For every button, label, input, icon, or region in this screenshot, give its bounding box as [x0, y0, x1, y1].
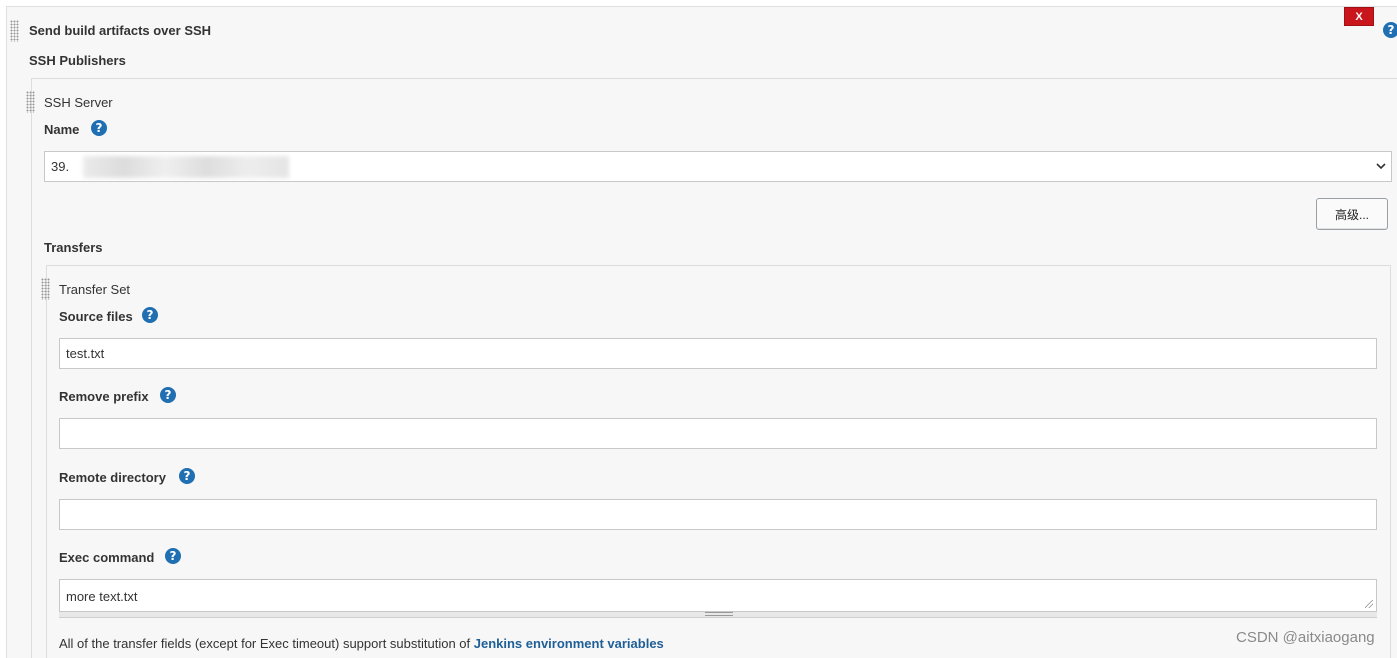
transfer-set-label: Transfer Set: [59, 282, 131, 297]
name-label: Name: [44, 122, 80, 137]
source-files-label: Source files: [59, 309, 133, 324]
resize-grip-icon[interactable]: [1365, 600, 1373, 608]
help-icon[interactable]: ?: [91, 120, 107, 136]
drag-handle-icon[interactable]: [41, 278, 50, 300]
section-title: Send build artifacts over SSH: [29, 23, 212, 38]
redacted-area: [83, 156, 289, 178]
env-variables-link[interactable]: Jenkins environment variables: [474, 636, 664, 651]
server-name-select[interactable]: 39.: [44, 151, 1392, 182]
remove-prefix-label: Remove prefix: [59, 389, 149, 404]
watermark: CSDN @aitxiaogang: [1236, 629, 1375, 646]
remove-prefix-input[interactable]: [59, 418, 1377, 449]
help-icon[interactable]: ?: [165, 548, 181, 564]
drag-handle-icon[interactable]: [26, 91, 35, 113]
substitution-note: All of the transfer fields (except for E…: [59, 636, 664, 651]
resize-handle-icon[interactable]: [705, 612, 733, 616]
help-icon[interactable]: ?: [160, 387, 176, 403]
transfers-label: Transfers: [44, 240, 103, 255]
help-icon[interactable]: ?: [142, 307, 158, 323]
source-files-value: test.txt: [66, 346, 105, 361]
server-name-value: 39.: [51, 159, 70, 174]
delete-button[interactable]: X: [1344, 7, 1374, 26]
ssh-publishers-label: SSH Publishers: [29, 53, 126, 68]
remote-directory-input[interactable]: [59, 499, 1377, 530]
exec-command-value: more text.txt: [66, 589, 138, 604]
help-icon[interactable]: ?: [179, 468, 195, 484]
drag-handle-icon[interactable]: [10, 20, 19, 42]
chevron-down-icon: [1375, 160, 1387, 172]
ssh-server-label: SSH Server: [44, 95, 113, 110]
advanced-button[interactable]: 高级...: [1316, 198, 1388, 230]
exec-command-label: Exec command: [59, 550, 155, 565]
remote-directory-label: Remote directory: [59, 470, 166, 485]
exec-command-textarea[interactable]: more text.txt: [59, 579, 1377, 612]
help-icon[interactable]: ?: [1383, 22, 1397, 38]
footnote-text: All of the transfer fields (except for E…: [59, 636, 474, 651]
source-files-input[interactable]: test.txt: [59, 338, 1377, 369]
